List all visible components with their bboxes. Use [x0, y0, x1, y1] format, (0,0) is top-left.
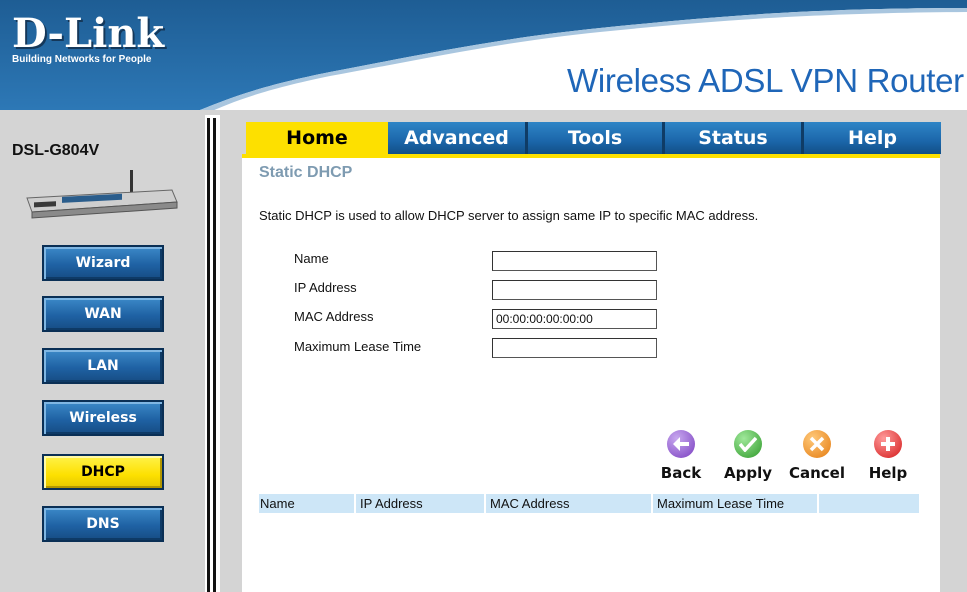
cancel-label: Cancel: [788, 464, 845, 482]
help-button[interactable]: Help: [858, 430, 918, 482]
divider-line: [207, 118, 210, 592]
sidebar-lan-button[interactable]: LAN: [42, 348, 164, 384]
page-title: Static DHCP: [259, 164, 353, 181]
model-name: DSL-G804V: [12, 142, 100, 159]
header: D-Link Building Networks for People Wire…: [0, 0, 967, 115]
mac-address-input[interactable]: [492, 309, 657, 329]
static-dhcp-table-header: Name IP Address MAC Address Maximum Leas…: [259, 494, 919, 513]
sidebar-dhcp-button[interactable]: DHCP: [42, 454, 164, 490]
ip-address-label: IP Address: [294, 280, 357, 295]
ip-address-input[interactable]: [492, 280, 657, 300]
column-header-ip-address: IP Address: [360, 496, 423, 511]
apply-label: Apply: [723, 464, 772, 482]
page-description: Static DHCP is used to allow DHCP server…: [259, 208, 759, 223]
help-plus-icon: [874, 430, 902, 458]
back-arrow-icon: [667, 430, 695, 458]
dlink-logo: D-Link Building Networks for People: [12, 10, 165, 66]
sidebar-wireless-button[interactable]: Wireless: [42, 400, 164, 436]
column-divider: [354, 494, 356, 513]
column-divider: [484, 494, 486, 513]
cancel-x-icon: [803, 430, 831, 458]
tab-home[interactable]: Home: [246, 122, 388, 154]
max-lease-time-label: Maximum Lease Time: [294, 339, 422, 354]
logo-tagline: Building Networks for People: [12, 54, 152, 65]
logo-text: D-Link: [12, 10, 165, 57]
sidebar-wizard-button[interactable]: Wizard: [42, 245, 164, 281]
help-label: Help: [868, 464, 908, 482]
tab-underline: [242, 154, 940, 158]
apply-button[interactable]: Apply: [718, 430, 778, 482]
tab-tools[interactable]: Tools: [528, 122, 665, 154]
column-divider: [817, 494, 819, 513]
product-name: Wireless ADSL VPN Router: [567, 62, 964, 99]
name-label: Name: [294, 251, 329, 266]
column-header-mac-address: MAC Address: [490, 496, 570, 511]
tab-advanced[interactable]: Advanced: [388, 122, 528, 154]
max-lease-time-input[interactable]: [492, 338, 657, 358]
sidebar-wan-button[interactable]: WAN: [42, 296, 164, 332]
tab-status[interactable]: Status: [665, 122, 804, 154]
column-header-name: Name: [260, 496, 295, 511]
column-divider: [651, 494, 653, 513]
divider-line: [213, 118, 216, 592]
cancel-button[interactable]: Cancel: [787, 430, 847, 482]
tab-help[interactable]: Help: [804, 122, 941, 154]
mac-address-label: MAC Address: [294, 309, 374, 324]
column-header-max-lease-time: Maximum Lease Time: [657, 496, 785, 511]
sidebar-dns-button[interactable]: DNS: [42, 506, 164, 542]
name-input[interactable]: [492, 251, 657, 271]
back-button[interactable]: Back: [651, 430, 711, 482]
back-label: Back: [660, 464, 702, 482]
router-device-image: [26, 170, 178, 219]
checkmark-icon: [734, 430, 762, 458]
